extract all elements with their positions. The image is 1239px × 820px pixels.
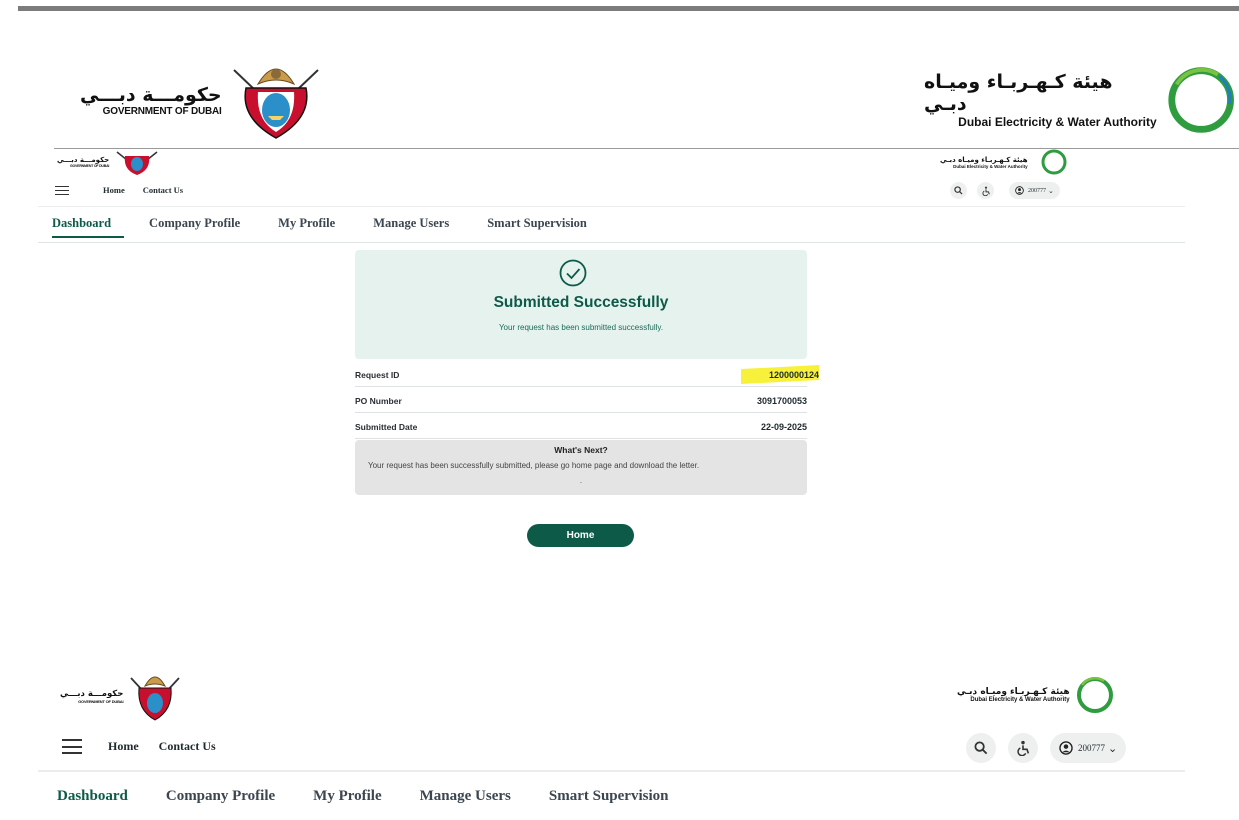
menu-icon[interactable]: [62, 739, 82, 754]
main-tabs: Dashboard Company Profile My Profile Man…: [52, 216, 587, 231]
success-title: Submitted Successfully: [493, 294, 669, 311]
detail-value: 3091700053: [756, 396, 807, 406]
top-border: [18, 6, 1239, 11]
search-button[interactable]: [950, 182, 967, 199]
dewa-english-text: Dubai Electricity & Water Authority: [970, 697, 1070, 703]
bottom-dewa-logo: هيئة كـهـربـاء وميـاه دبـي Dubai Electri…: [957, 675, 1118, 715]
small-government-logo: حكومـــة دبـــي GOVERNMENT OF DUBAI: [57, 148, 161, 176]
success-message: Your request has been submitted successf…: [498, 323, 664, 332]
success-card: Submitted Successfully Your request has …: [355, 250, 807, 359]
user-id: 200777: [1028, 187, 1046, 194]
dewa-arabic-text: هيئة كـهـربـاء وميـاه دبـي: [940, 155, 1028, 164]
home-button[interactable]: Home: [527, 524, 634, 547]
check-circle-icon: [559, 259, 587, 287]
gov-english-text: GOVERNMENT OF DUBAI: [78, 698, 124, 704]
nav-bar: Home Contact Us: [55, 185, 183, 195]
detail-label: Submitted Date: [355, 422, 418, 432]
gov-arabic-text: حكومـــة دبـــي: [80, 83, 222, 106]
active-tab-indicator: [52, 236, 124, 238]
tabs-separator: [38, 242, 1185, 243]
dewa-logo: هيئة كـهـربـاء وميـاه دبـي Dubai Electri…: [924, 64, 1239, 136]
search-button[interactable]: [966, 733, 996, 763]
detail-value: 1200000124: [768, 370, 819, 380]
tab-my-profile[interactable]: My Profile: [313, 788, 381, 805]
accessibility-button[interactable]: [977, 182, 994, 199]
tab-manage-users[interactable]: Manage Users: [373, 216, 449, 231]
government-of-dubai-logo: حكومـــة دبـــي GOVERNMENT OF DUBAI: [80, 58, 326, 142]
nav-actions: 200777 ⌄: [950, 182, 1060, 199]
search-icon: [954, 186, 963, 195]
dewa-arabic-text: هيئة كـهـربـاء وميـاه دبـي: [924, 71, 1113, 115]
search-icon: [974, 741, 988, 755]
tab-company-profile[interactable]: Company Profile: [166, 788, 275, 805]
whats-next-text: Your request has been successfully submi…: [368, 461, 700, 470]
detail-row-submitted-date: Submitted Date 22-09-2025: [355, 413, 807, 439]
detail-row-po-number: PO Number 3091700053: [355, 387, 807, 413]
contact-us-link[interactable]: Contact Us: [143, 185, 183, 195]
detail-label: PO Number: [355, 396, 402, 406]
dewa-english-text: Dubai Electricity & Water Authority: [958, 115, 1157, 129]
accessibility-icon: [981, 186, 990, 196]
gov-english-text: GOVERNMENT OF DUBAI: [70, 164, 110, 168]
chevron-down-icon: ⌄: [1108, 742, 1118, 755]
whats-next-dot: .: [579, 476, 583, 485]
bottom-government-logo: حكومـــة دبـــي GOVERNMENT OF DUBAI: [60, 670, 183, 722]
tab-smart-supervision[interactable]: Smart Supervision: [487, 216, 587, 231]
dewa-ring-icon: [1041, 149, 1067, 175]
detail-label: Request ID: [355, 370, 400, 380]
tab-my-profile[interactable]: My Profile: [278, 216, 335, 231]
tab-smart-supervision[interactable]: Smart Supervision: [549, 788, 669, 805]
dewa-english-text: Dubai Electricity & Water Authority: [953, 163, 1028, 169]
accessibility-icon: [1017, 740, 1030, 756]
tab-company-profile[interactable]: Company Profile: [149, 216, 240, 231]
dewa-arabic-text: هيئة كـهـربـاء وميـاه دبـي: [957, 687, 1070, 697]
tab-dashboard[interactable]: Dashboard: [57, 788, 128, 805]
detail-value: 22-09-2025: [760, 422, 807, 432]
whats-next-title: What's Next?: [554, 445, 608, 455]
user-menu[interactable]: 200777 ⌄: [1009, 182, 1060, 199]
user-icon: [1015, 186, 1024, 195]
whats-next-box: What's Next? Your request has been succe…: [355, 440, 807, 495]
dubai-emblem-icon: [130, 676, 181, 721]
home-link[interactable]: Home: [108, 739, 139, 754]
home-link[interactable]: Home: [103, 185, 125, 195]
nav-separator: [38, 206, 1185, 207]
dubai-emblem-icon: [232, 68, 319, 139]
chevron-down-icon: ⌄: [1048, 187, 1054, 195]
bottom-main-tabs: Dashboard Company Profile My Profile Man…: [57, 788, 668, 805]
tab-dashboard[interactable]: Dashboard: [52, 216, 111, 231]
detail-row-request-id: Request ID 1200000124: [355, 361, 819, 387]
contact-us-link[interactable]: Contact Us: [159, 739, 216, 754]
dewa-ring-icon: [1168, 67, 1234, 133]
small-dewa-logo: هيئة كـهـربـاء وميـاه دبـي Dubai Electri…: [940, 148, 1076, 176]
tab-manage-users[interactable]: Manage Users: [420, 788, 511, 805]
user-icon: [1059, 741, 1073, 755]
menu-icon[interactable]: [55, 185, 69, 195]
gov-english-text: GOVERNMENT OF DUBAI: [102, 105, 222, 117]
user-id: 200777: [1078, 743, 1105, 753]
bottom-nav-actions: 200777 ⌄: [966, 733, 1127, 763]
gov-arabic-text: حكومـــة دبـــي: [57, 156, 110, 164]
dewa-ring-icon: [1076, 677, 1113, 713]
accessibility-button[interactable]: [1008, 733, 1038, 763]
bottom-nav-separator: [38, 770, 1185, 772]
bottom-nav-bar: Home Contact Us: [62, 739, 216, 754]
gov-arabic-text: حكومـــة دبـــي: [60, 688, 124, 699]
dubai-emblem-icon: [116, 151, 158, 175]
user-menu[interactable]: 200777 ⌄: [1050, 733, 1127, 763]
